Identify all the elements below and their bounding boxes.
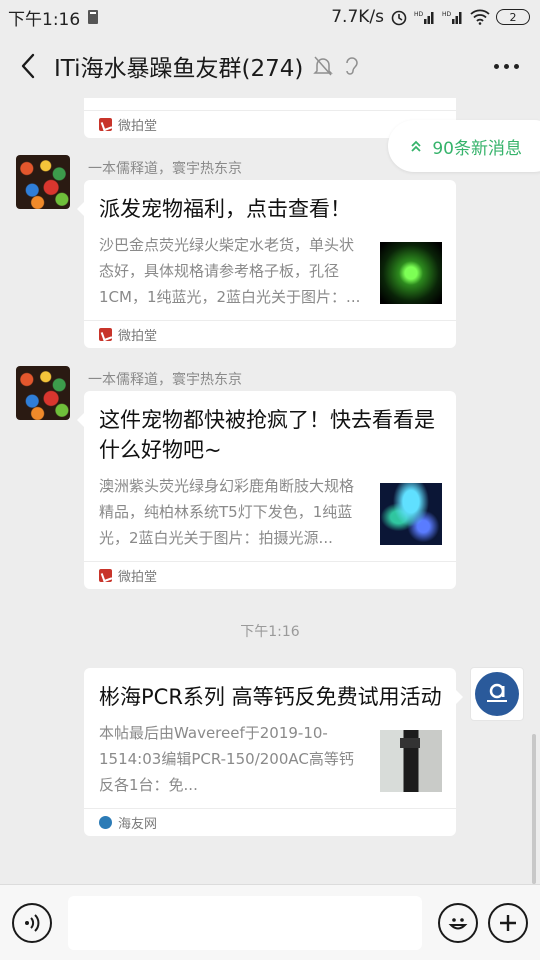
card-source: 微拍堂: [118, 329, 158, 344]
emoji-icon: [448, 917, 468, 929]
message-card[interactable]: 派发宠物福利，点击查看！ 沙巴金点荧光绿火柴定水老货，单头状态好，具体规格请参考…: [77, 180, 456, 348]
signal-hd-icon-2: HD: [442, 9, 464, 25]
message-input[interactable]: [68, 895, 422, 950]
mute-bell-icon: [313, 55, 334, 77]
coral-thumbnail: [380, 242, 442, 304]
emoji-button[interactable]: [438, 902, 478, 943]
avatar-self[interactable]: [470, 667, 524, 721]
signal-hd-icon: HD: [414, 9, 436, 25]
back-arrow-icon: [21, 53, 35, 79]
sender-name: 一本儒释道，寰宇热东京: [88, 372, 242, 388]
card-description: 澳洲紫头荧光绿身幻彩鹿角断肢大规格精品，纯柏林系统T5灯下发色，1纯蓝光，2蓝白…: [99, 477, 355, 547]
new-messages-button[interactable]: 90条新消息: [388, 120, 540, 172]
voice-input-button[interactable]: [12, 902, 52, 943]
new-messages-label: 90条新消息: [432, 138, 522, 159]
alarm-icon: [390, 8, 408, 26]
coral-thumbnail: [380, 483, 442, 545]
chat-title: ITi海水暴躁鱼友群(274): [54, 56, 304, 82]
card-source: 微拍堂: [118, 119, 158, 134]
avatar[interactable]: [16, 155, 70, 209]
plus-icon: [500, 914, 516, 931]
double-chevron-up-icon: [411, 140, 421, 152]
message-card[interactable]: 这件宠物都快被抢疯了！快去看看是什么好物吧~ 澳洲紫头荧光绿身幻彩鹿角断肢大规格…: [77, 391, 456, 589]
card-title: 这件宠物都快被抢疯了！快去看看是什么好物吧~: [99, 408, 435, 462]
input-bar: [0, 884, 540, 960]
voice-icon: [25, 913, 40, 932]
more-functions-button[interactable]: [488, 902, 528, 943]
avatar[interactable]: [16, 366, 70, 420]
haiyouwang-logo-icon: [99, 816, 112, 829]
more-dot-icon: [503, 63, 509, 69]
battery-indicator: 2: [496, 9, 530, 25]
product-thumbnail: [380, 730, 442, 792]
time-separator: 下午1:16: [240, 624, 300, 640]
svg-text:HD: HD: [442, 11, 452, 18]
scrollbar[interactable]: [532, 734, 536, 884]
card-description: 沙巴金点荧光绿火柴定水老货，单头状态好，具体规格请参考格子板，孔径1CM，1纯蓝…: [99, 236, 361, 306]
status-time: 下午1:16: [8, 9, 81, 30]
message-card[interactable]: 彬海PCR系列 高等钙反免费试用活动 本帖最后由Wavereef于2019-10…: [84, 668, 463, 836]
wifi-icon: [470, 9, 490, 25]
net-speed: 7.7K/s: [331, 7, 384, 27]
chat-header: ITi海水暴躁鱼友群(274): [0, 34, 540, 98]
card-description: 本帖最后由Wavereef于2019-10-1514:03编辑PCR-150/2…: [99, 724, 354, 794]
sender-name: 一本儒释道，寰宇热东京: [88, 161, 242, 177]
brand-logo-icon: [475, 672, 519, 716]
card-source: 海友网: [118, 817, 158, 832]
svg-text:HD: HD: [414, 11, 424, 18]
earpiece-icon: [343, 55, 361, 77]
back-button[interactable]: [12, 46, 44, 86]
card-source: 微拍堂: [118, 570, 158, 585]
status-bar: 下午1:16 7.7K/s HD HD 2: [0, 0, 540, 34]
more-dot-icon: [513, 63, 519, 69]
card-title: 派发宠物福利，点击查看！: [99, 197, 351, 221]
card-title: 彬海PCR系列 高等钙反免费试用活动: [99, 685, 442, 709]
notification-icon: [86, 9, 100, 25]
weipaitang-logo-icon: [99, 569, 112, 582]
weipaitang-logo-icon: [99, 328, 112, 341]
more-dot-icon: [493, 63, 499, 69]
weipaitang-logo-icon: [99, 118, 112, 131]
chat-message-list[interactable]: 微拍堂 90条新消息 一本儒释道，寰宇热东京 派发宠物福利，点击查看！ 沙巴金点…: [0, 98, 540, 884]
more-options-button[interactable]: [484, 46, 528, 86]
